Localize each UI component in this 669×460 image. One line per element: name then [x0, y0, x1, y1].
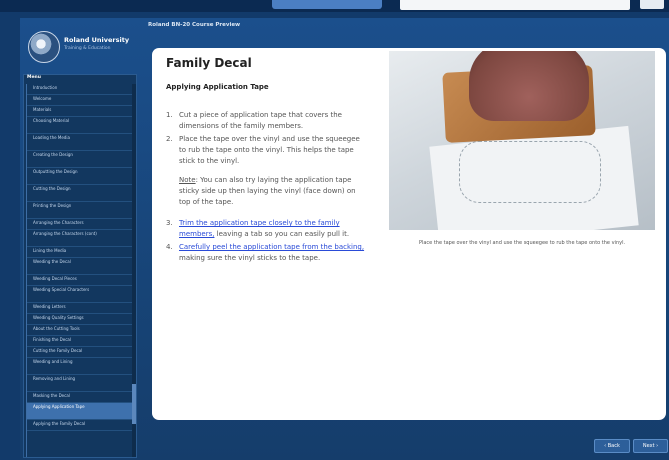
- menu-item[interactable]: Creating the Design: [27, 151, 133, 168]
- course-player: Roland University Training & Education R…: [20, 18, 669, 460]
- menu-item[interactable]: Removing and Lining: [27, 375, 133, 392]
- step-item: 3. Trim the application tape closely to …: [166, 218, 366, 240]
- sidebar-menu: Menu Introduction Welcome Materials Choo…: [23, 74, 137, 458]
- menu-label: Menu: [27, 75, 41, 80]
- menu-item[interactable]: Cutting the Family Decal: [27, 347, 133, 358]
- lesson-title: Family Decal: [166, 56, 252, 70]
- note-label: Note: [179, 176, 196, 184]
- menu-item[interactable]: Weeding Decal Pieces: [27, 275, 133, 286]
- squeegee-photo: [389, 51, 655, 230]
- menu-item[interactable]: Applying the Family Decal: [27, 420, 133, 431]
- note: Note: You can also try laying the applic…: [179, 175, 366, 208]
- menu-item[interactable]: Weeding Special Characters: [27, 286, 133, 303]
- brand-tagline: Training & Education: [64, 46, 111, 51]
- step-number: 4.: [166, 243, 173, 251]
- note-text: : You can also try laying the applicatio…: [179, 176, 356, 206]
- brand-name: Roland University: [64, 36, 130, 44]
- top-search-field[interactable]: [400, 0, 630, 10]
- menu-item[interactable]: Introduction: [27, 84, 133, 95]
- menu-item[interactable]: Masking the Decal: [27, 392, 133, 403]
- top-bar: [0, 0, 669, 12]
- menu-item[interactable]: Arranging the Characters: [27, 219, 133, 230]
- step-number: 3.: [166, 219, 173, 227]
- back-button[interactable]: ‹ Back: [594, 439, 630, 453]
- step-item: 4. Carefully peel the application tape f…: [166, 242, 366, 264]
- step-text: Place the tape over the vinyl and use th…: [179, 135, 360, 165]
- photo-caption: Place the tape over the vinyl and use th…: [418, 240, 626, 246]
- section-title: Applying Application Tape: [166, 83, 269, 91]
- menu-item[interactable]: About the Cutting Tools: [27, 325, 133, 336]
- step-number: 1.: [166, 111, 173, 119]
- step-link-peel-tape[interactable]: Carefully peel the application tape from…: [179, 243, 364, 251]
- menu-item[interactable]: Weeding and Lining: [27, 358, 133, 375]
- menu-item[interactable]: Welcome: [27, 95, 133, 106]
- menu-item[interactable]: Materials: [27, 106, 133, 117]
- course-title: Roland BN-20 Course Preview: [148, 22, 241, 28]
- photo-hand: [469, 51, 589, 121]
- menu-item[interactable]: Finishing the Decal: [27, 336, 133, 347]
- step-list: 1. Cut a piece of application tape that …: [166, 110, 366, 266]
- lesson-content: Family Decal Applying Application Tape 1…: [152, 48, 666, 420]
- top-tab[interactable]: [272, 0, 382, 9]
- menu-item[interactable]: Loading the Media: [27, 134, 133, 151]
- step-text-continued: making sure the vinyl sticks to the tape…: [179, 254, 321, 262]
- menu-item[interactable]: Cutting the Design: [27, 185, 133, 202]
- next-button[interactable]: Next ›: [633, 439, 668, 453]
- step-number: 2.: [166, 135, 173, 143]
- step-item: 1. Cut a piece of application tape that …: [166, 110, 366, 132]
- step-text: Carefully peel the application tape from…: [179, 242, 366, 264]
- menu-item-active[interactable]: Applying Application Tape: [27, 403, 133, 420]
- menu-item[interactable]: Weeding the Decal: [27, 258, 133, 275]
- menu-item[interactable]: Choosing Material: [27, 117, 133, 134]
- globe-logo-icon: [28, 31, 60, 63]
- step-item: 2. Place the tape over the vinyl and use…: [166, 134, 366, 167]
- menu-item[interactable]: Printing the Design: [27, 202, 133, 219]
- menu-list: Introduction Welcome Materials Choosing …: [26, 84, 133, 457]
- menu-item[interactable]: Lining the Media: [27, 247, 133, 258]
- step-text: Cut a piece of application tape that cov…: [179, 111, 342, 130]
- step-text: Trim the application tape closely to the…: [179, 218, 366, 240]
- user-icon[interactable]: [640, 0, 664, 9]
- menu-scrollbar-thumb[interactable]: [132, 384, 136, 424]
- menu-item[interactable]: Weeding Quality Settings: [27, 314, 133, 325]
- menu-item[interactable]: Arranging the Characters (cont): [27, 230, 133, 247]
- brand: Roland University Training & Education: [28, 24, 140, 74]
- menu-item[interactable]: Outputting the Design: [27, 168, 133, 185]
- menu-item[interactable]: Weeding Letters: [27, 303, 133, 314]
- photo-decal-outline: [459, 141, 601, 203]
- step-text-continued: leaving a tab so you can easily pull it.: [214, 230, 350, 238]
